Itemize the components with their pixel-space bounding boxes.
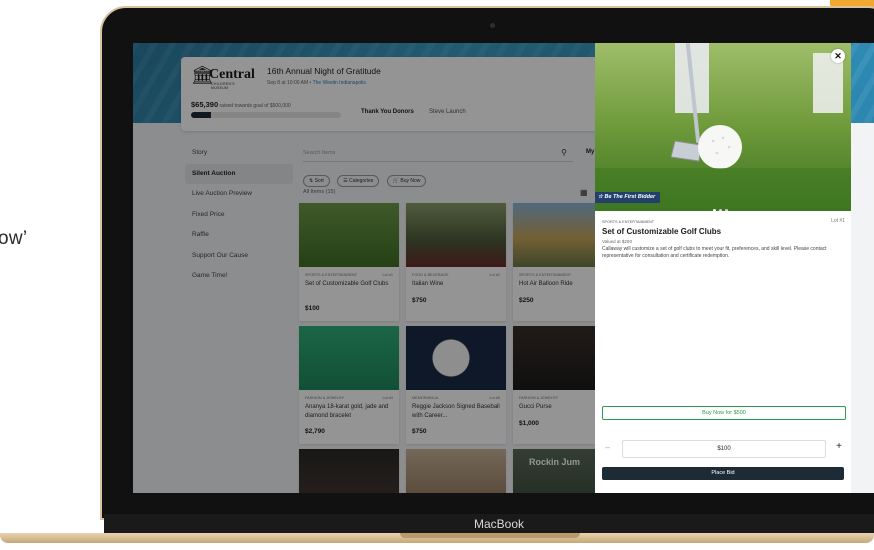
carousel-dot[interactable]: [713, 209, 716, 211]
increase-bid-button[interactable]: +: [836, 441, 842, 452]
decrease-bid-button[interactable]: –: [605, 442, 610, 452]
device-label: MacBook: [104, 514, 874, 534]
item-valued: Valued at $200: [602, 239, 632, 244]
golf-photo-svg: [595, 43, 851, 211]
buy-now-button[interactable]: Buy Now for $500: [602, 406, 846, 420]
first-bidder-badge: ☆ Be The First Bidder: [595, 192, 661, 203]
close-icon[interactable]: ✕: [831, 49, 845, 63]
carousel-dot[interactable]: [725, 209, 728, 211]
bid-amount-input[interactable]: $100: [622, 440, 826, 458]
place-bid-button[interactable]: Place Bid: [602, 467, 844, 480]
item-lot: Lot #1: [831, 218, 845, 224]
bid-stepper: – $100 +: [602, 440, 844, 458]
item-category: SPORTS & ENTERTAINMENT: [602, 220, 655, 224]
marketing-text: ow’: [0, 228, 28, 249]
item-description: Callaway will customize a set of golf cl…: [602, 246, 827, 259]
item-detail-panel: ✕ ☆ Be The First Bidder SPORTS & ENTERTA…: [595, 43, 851, 493]
badge-label: Be The First Bidder: [604, 194, 656, 200]
carousel-dots[interactable]: [713, 199, 731, 211]
webcam: [490, 23, 495, 28]
auction-page: 🏛 Central CHILDREN'S MUSEUM 16th Annual …: [133, 43, 874, 493]
item-title: Set of Customizable Golf Clubs: [602, 227, 722, 236]
modal-backdrop[interactable]: [133, 43, 595, 493]
item-photo: ✕ ☆ Be The First Bidder: [595, 43, 851, 211]
laptop-screen: 🏛 Central CHILDREN'S MUSEUM 16th Annual …: [133, 43, 874, 493]
laptop-notch: [400, 533, 580, 538]
carousel-dot[interactable]: [719, 209, 722, 211]
